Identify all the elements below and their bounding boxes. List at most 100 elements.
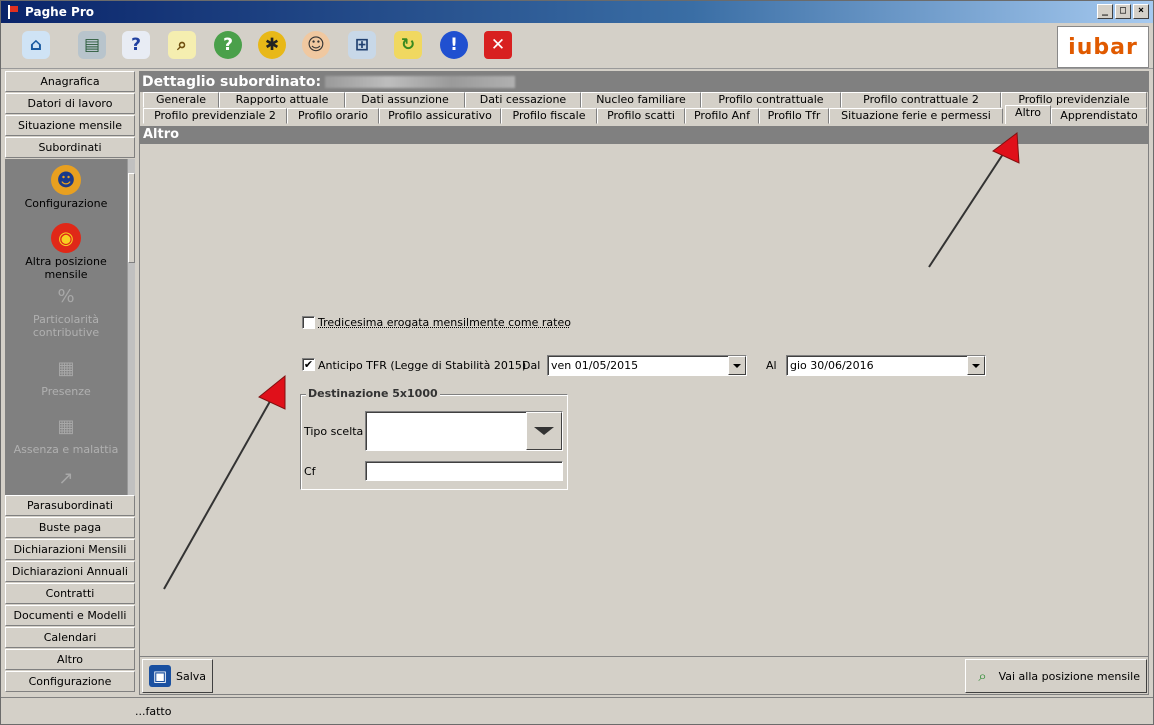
detail-panel: Dettaglio subordinato: Generale Rapporto… — [139, 71, 1149, 695]
tab-profilo-scatti[interactable]: Profilo scatti — [597, 108, 685, 124]
cf-input[interactable] — [365, 461, 563, 481]
tab-profilo-contrattuale-2[interactable]: Profilo contrattuale 2 — [841, 92, 1001, 108]
nav-dichiarazioni-mensili[interactable]: Dichiarazioni Mensili — [5, 539, 135, 560]
tab-generale[interactable]: Generale — [143, 92, 219, 108]
calendar-sick-icon: ▦ — [51, 411, 81, 441]
dal-label: Dal — [522, 359, 540, 372]
tab-profilo-contrattuale[interactable]: Profilo contrattuale — [701, 92, 841, 108]
folder-refresh-button[interactable]: ↻ — [391, 28, 425, 62]
destinazione-5x1000-group: Destinazione 5x1000 Tipo scelta Cf — [300, 394, 568, 490]
panel-item-label: Particolarità contributive — [33, 313, 99, 339]
nav-situazione-mensile[interactable]: Situazione mensile — [5, 115, 135, 136]
status-text: ...fatto — [135, 705, 171, 718]
scrollbar-thumb[interactable] — [128, 173, 135, 263]
tredicesima-label: Tredicesima erogata mensilmente come rat… — [318, 316, 571, 329]
panel-item-label: Configurazione — [25, 197, 108, 210]
al-label: Al — [766, 359, 777, 372]
detail-header: Dettaglio subordinato: — [140, 72, 1148, 92]
search-arrow-icon: ⌕ — [972, 665, 994, 687]
user-config-icon: ☻ — [51, 165, 81, 195]
minimize-button[interactable]: _ — [1097, 4, 1113, 19]
al-date-value: gio 30/06/2016 — [790, 359, 874, 372]
nav-subordinati[interactable]: Subordinati — [5, 137, 135, 158]
al-date-picker[interactable]: gio 30/06/2016 — [786, 355, 986, 376]
info-button[interactable]: ! — [437, 28, 471, 62]
tab-profilo-fiscale[interactable]: Profilo fiscale — [501, 108, 597, 124]
panel-item-presenze[interactable]: ▦ Presenze — [5, 353, 127, 398]
nav-calendari[interactable]: Calendari — [5, 627, 135, 648]
tab-profilo-orario[interactable]: Profilo orario — [287, 108, 379, 124]
search-doc-button[interactable]: ⌕ — [165, 28, 199, 62]
main-toolbar: ⌂ ▤ ? ⌕ ? ✱ ☺ ⊞ ↻ ! ✕ iubar — [1, 23, 1153, 69]
chevron-down-icon[interactable] — [967, 356, 985, 375]
percent-icon: % — [51, 281, 81, 311]
panel-item-particolarita[interactable]: % Particolarità contributive — [5, 281, 127, 339]
title-bar: Paghe Pro _ □ × — [1, 1, 1153, 23]
chevron-down-icon[interactable] — [526, 412, 562, 450]
panel-item-configurazione[interactable]: ☻ Configurazione — [5, 165, 127, 210]
panel-item-more[interactable]: ↗ — [5, 463, 127, 495]
nav-anagrafica[interactable]: Anagrafica — [5, 71, 135, 92]
panel-item-assenza[interactable]: ▦ Assenza e malattia — [5, 411, 127, 456]
support-button[interactable]: ☺ — [299, 28, 333, 62]
help-button[interactable]: ? — [119, 28, 153, 62]
navigation-pane: Anagrafica Datori di lavoro Situazione m… — [5, 71, 137, 695]
chart-icon: ↗ — [51, 463, 81, 493]
panel-scrollbar[interactable] — [127, 159, 135, 495]
dal-date-picker[interactable]: ven 01/05/2015 — [547, 355, 747, 376]
save-button[interactable]: ▣ Salva — [142, 659, 213, 693]
tredicesima-checkbox[interactable] — [302, 316, 315, 329]
action-bar: ▣ Salva ⌕ Vai alla posizione mensile — [140, 656, 1148, 694]
nav-datori-di-lavoro[interactable]: Datori di lavoro — [5, 93, 135, 114]
web-help-button[interactable]: ? — [211, 28, 245, 62]
tab-profilo-previdenziale-2[interactable]: Profilo previdenziale 2 — [143, 108, 287, 124]
network-button[interactable]: ⊞ — [345, 28, 379, 62]
nav-documenti-modelli[interactable]: Documenti e Modelli — [5, 605, 135, 626]
home-icon: ⌂ — [22, 31, 50, 59]
nav-dichiarazioni-annuali[interactable]: Dichiarazioni Annuali — [5, 561, 135, 582]
anticipo-tfr-checkbox[interactable]: ✔ — [302, 358, 315, 371]
search-doc-icon: ⌕ — [168, 31, 196, 59]
exit-button[interactable]: ✕ — [481, 28, 515, 62]
panel-item-label: Altra posizione mensile — [25, 255, 106, 281]
tab-profilo-assicurativo[interactable]: Profilo assicurativo — [379, 108, 501, 124]
folder-refresh-icon: ↻ — [394, 31, 422, 59]
iubar-logo: iubar — [1057, 26, 1149, 68]
panel-item-altra-posizione[interactable]: ◉ Altra posizione mensile — [5, 223, 127, 281]
status-bar: ...fatto — [1, 697, 1153, 725]
detail-header-title: Dettaglio subordinato: — [142, 74, 321, 90]
panel-item-label: Assenza e malattia — [14, 443, 119, 456]
tipo-scelta-label: Tipo scelta — [304, 425, 363, 438]
tab-nucleo-familiare[interactable]: Nucleo familiare — [581, 92, 701, 108]
nav-altro[interactable]: Altro — [5, 649, 135, 670]
help-icon: ? — [122, 31, 150, 59]
nav-parasubordinati[interactable]: Parasubordinati — [5, 495, 135, 516]
support-agent-icon: ☺ — [302, 31, 330, 59]
tab-altro[interactable]: Altro — [1005, 105, 1051, 124]
tab-situazione-ferie[interactable]: Situazione ferie e permessi — [829, 108, 1003, 124]
logo-text: iubar — [1068, 35, 1138, 60]
nav-contratti[interactable]: Contratti — [5, 583, 135, 604]
tab-dati-assunzione[interactable]: Dati assunzione — [345, 92, 465, 108]
app-flag-icon — [7, 5, 19, 19]
nav-configurazione[interactable]: Configurazione — [5, 671, 135, 692]
tab-rapporto-attuale[interactable]: Rapporto attuale — [219, 92, 345, 108]
chevron-down-icon[interactable] — [728, 356, 746, 375]
tab-dati-cessazione[interactable]: Dati cessazione — [465, 92, 581, 108]
tab-profilo-anf[interactable]: Profilo Anf — [685, 108, 759, 124]
calendar-icon: ▦ — [51, 353, 81, 383]
maximize-button[interactable]: □ — [1115, 4, 1131, 19]
nav-buste-paga[interactable]: Buste paga — [5, 517, 135, 538]
redacted-employee-name — [325, 76, 515, 88]
network-icon: ⊞ — [348, 31, 376, 59]
tipo-scelta-select[interactable] — [365, 411, 563, 451]
go-monthly-position-button[interactable]: ⌕ Vai alla posizione mensile — [965, 659, 1147, 693]
tab-profilo-tfr[interactable]: Profilo Tfr — [759, 108, 829, 124]
tab-apprendistato[interactable]: Apprendistato — [1051, 108, 1147, 124]
bug-icon: ✱ — [258, 31, 286, 59]
print-button[interactable]: ▤ — [75, 28, 109, 62]
close-window-button[interactable]: × — [1133, 4, 1149, 19]
globe-help-icon: ? — [214, 31, 242, 59]
bug-report-button[interactable]: ✱ — [255, 28, 289, 62]
home-button[interactable]: ⌂ — [19, 28, 53, 62]
